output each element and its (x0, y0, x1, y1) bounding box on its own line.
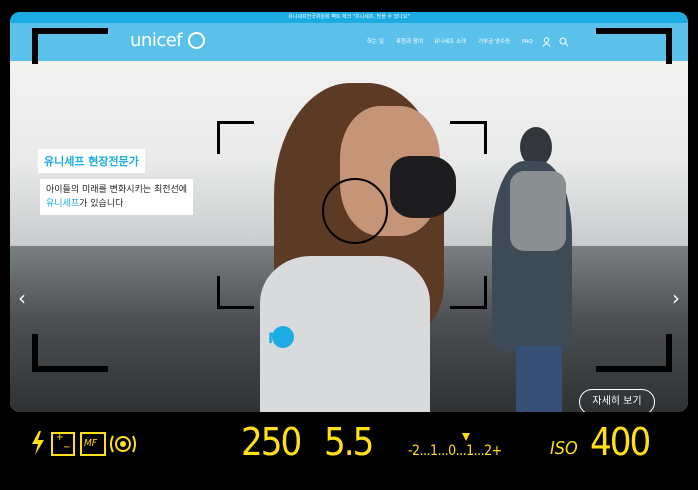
hero-label-line1: 아이들의 미래를 변화시키는 최전선에 (46, 185, 188, 195)
viewfinder-corner-bottom-right (596, 334, 672, 372)
face-mask (390, 156, 456, 218)
manual-focus-icon: MF (80, 432, 106, 456)
menu-item-faq[interactable]: FAQ (522, 23, 533, 61)
vest-text: NI (268, 331, 285, 347)
camera-status-bar: + − MF 250 5.5 -2...1...0...1...2+ ISO 40… (0, 414, 698, 490)
logo-text[interactable]: unicef (130, 30, 183, 51)
prev-slide-arrow-icon[interactable]: ‹ (18, 286, 26, 310)
more-details-button[interactable]: 자세히 보기 (579, 389, 655, 412)
user-icon[interactable] (542, 37, 551, 47)
exposure-compensation-icon: + − (51, 432, 75, 456)
top-notice-bar[interactable]: 유니세프한국위원회 팩트 체크 "유니세프, 믿을 수 있나요" (10, 12, 688, 23)
navigation-bar: unicef 하는 일 후원과 참여 유니세프 소개 기부금 영수증 FAQ (10, 23, 688, 61)
iso-label: ISO (550, 438, 578, 459)
hero-label-body: 아이들의 미래를 변화시키는 최전선에 유니세프가 있습니다 (40, 179, 194, 215)
menu-item-receipt[interactable]: 기부금 영수증 (478, 23, 510, 61)
aperture-value: 5.5 (324, 420, 374, 464)
focus-bracket-top-right (450, 121, 487, 154)
focus-circle (322, 178, 388, 244)
top-notice-text[interactable]: 유니세프한국위원회 팩트 체크 "유니세프, 믿을 수 있나요" (288, 14, 410, 20)
search-icon[interactable] (559, 37, 569, 47)
viewfinder-corner-bottom-left (32, 334, 108, 372)
menu-item-what-we-do[interactable]: 하는 일 (367, 23, 384, 61)
shutter-speed: 250 (241, 420, 302, 464)
exposure-indicator-icon (462, 433, 470, 441)
exposure-scale: -2...1...0...1...2+ (408, 443, 502, 459)
hero-label-line2-rest: 가 있습니다 (79, 199, 124, 209)
flash-icon (32, 431, 44, 455)
menu-item-about[interactable]: 유니세프 소개 (434, 23, 466, 61)
menu-item-get-involved[interactable]: 후원과 참여 (396, 23, 423, 61)
iso-value: 400 (590, 420, 651, 464)
viewfinder-corner-top-right (596, 28, 672, 64)
hero-label-line2: 유니세프가 있습니다 (46, 197, 187, 211)
unicef-globe-icon (188, 32, 205, 49)
man-legs (516, 346, 562, 412)
backpack (510, 171, 566, 251)
hero-label-accent: 유니세프 (46, 199, 80, 209)
focus-bracket-top-left (217, 121, 254, 154)
focus-bracket-bottom-right (450, 276, 487, 309)
vibration-reduction-icon (110, 435, 136, 453)
next-slide-arrow-icon[interactable]: › (672, 286, 680, 310)
focus-bracket-bottom-left (217, 276, 254, 309)
viewfinder-corner-top-left (32, 28, 108, 64)
hero-label-title: 유니세프 현장전문가 (38, 149, 145, 173)
mf-label: MF (84, 438, 97, 449)
unicef-logo[interactable]: unicef (130, 30, 183, 51)
